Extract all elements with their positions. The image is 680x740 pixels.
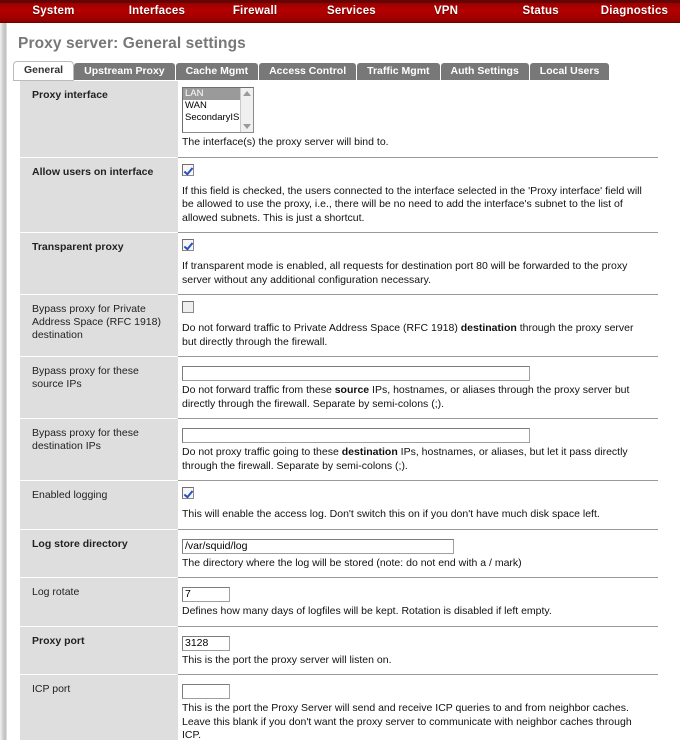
nav-item-interfaces[interactable]: Interfaces <box>107 5 207 17</box>
row-bypass-source: Bypass proxy for these source IPs Do not… <box>20 356 658 419</box>
tab-local-users[interactable]: Local Users <box>529 63 610 80</box>
desc-text-pre: Do not forward traffic to Private Addres… <box>182 322 461 334</box>
tab-general[interactable]: General <box>14 62 74 80</box>
label-bypass-private: Bypass proxy for Private Address Space (… <box>20 294 178 357</box>
label-transparent-proxy: Transparent proxy <box>20 232 178 295</box>
row-bypass-destination: Bypass proxy for these destination IPs D… <box>20 418 658 481</box>
scroll-up-arrow-icon[interactable] <box>243 91 251 96</box>
desc-bypass-destination: Do not proxy traffic going to these dest… <box>182 446 650 473</box>
left-rail-decoration <box>0 23 7 740</box>
nav-item-vpn[interactable]: VPN <box>400 5 493 17</box>
label-icp-port: ICP port <box>20 674 178 740</box>
desc-proxy-interface: The interface(s) the proxy server will b… <box>182 136 389 148</box>
desc-text-pre: Do not forward traffic from these <box>182 384 335 396</box>
desc-log-store-directory: The directory where the log will be stor… <box>182 556 522 569</box>
label-log-store-directory: Log store directory <box>20 528 178 578</box>
nav-item-status[interactable]: Status <box>493 5 589 17</box>
bypass-destination-input[interactable] <box>182 428 530 443</box>
row-proxy-port: Proxy port This is the port the proxy se… <box>20 625 658 675</box>
desc-text-bold: source <box>334 384 370 396</box>
nav-item-firewall[interactable]: Firewall <box>207 5 303 17</box>
desc-allow-users: If this field is checked, the users conn… <box>182 184 642 224</box>
tab-upstream-proxy[interactable]: Upstream Proxy <box>74 63 175 80</box>
log-rotate-input[interactable] <box>182 587 230 602</box>
row-proxy-interface: Proxy interface LAN WAN SecondaryISP The… <box>20 81 658 157</box>
desc-text-bold: destination <box>460 322 517 334</box>
desc-text-bold: destination <box>341 446 398 458</box>
proxy-interface-listbox[interactable]: LAN WAN SecondaryISP <box>182 87 254 133</box>
desc-transparent-proxy: If transparent mode is enabled, all requ… <box>182 260 628 286</box>
listbox-scrollbar[interactable] <box>240 88 253 132</box>
desc-bypass-private: Do not forward traffic to Private Addres… <box>182 322 650 349</box>
tab-cache-mgmt[interactable]: Cache Mgmt <box>175 63 259 80</box>
settings-form: Proxy interface LAN WAN SecondaryISP The… <box>20 80 660 740</box>
tab-auth-settings[interactable]: Auth Settings <box>440 63 529 80</box>
enabled-logging-checkbox[interactable] <box>182 487 194 499</box>
scroll-down-arrow-icon[interactable] <box>243 124 251 129</box>
listbox-option-lan[interactable]: LAN <box>183 88 240 100</box>
label-bypass-source: Bypass proxy for these source IPs <box>20 356 178 419</box>
row-bypass-private: Bypass proxy for Private Address Space (… <box>20 294 658 357</box>
transparent-proxy-checkbox[interactable] <box>182 239 194 251</box>
proxy-port-input[interactable] <box>182 635 230 651</box>
label-allow-users: Allow users on interface <box>20 156 178 233</box>
bypass-private-checkbox[interactable] <box>182 301 194 313</box>
nav-item-diagnostics[interactable]: Diagnostics <box>589 5 680 17</box>
tab-bar: General Upstream Proxy Cache Mgmt Access… <box>14 61 660 80</box>
label-proxy-interface: Proxy interface <box>20 81 178 157</box>
nav-item-services[interactable]: Services <box>303 5 399 17</box>
bypass-source-input[interactable] <box>182 366 530 381</box>
row-enabled-logging: Enabled logging This will enable the acc… <box>20 480 658 529</box>
tab-access-control[interactable]: Access Control <box>259 63 357 80</box>
row-log-rotate: Log rotate Defines how many days of logf… <box>20 577 658 626</box>
listbox-option-secondaryisp[interactable]: SecondaryISP <box>183 112 240 124</box>
label-proxy-port: Proxy port <box>20 625 178 675</box>
label-log-rotate: Log rotate <box>20 577 178 626</box>
desc-proxy-port: This is the port the proxy server will l… <box>182 653 392 666</box>
log-store-directory-input[interactable] <box>182 538 454 554</box>
nav-item-system[interactable]: System <box>0 5 107 17</box>
tab-traffic-mgmt[interactable]: Traffic Mgmt <box>357 63 440 80</box>
page-body: Proxy server: General settings General U… <box>0 23 680 740</box>
allow-users-checkbox[interactable] <box>182 163 194 176</box>
row-transparent-proxy: Transparent proxy If transparent mode is… <box>20 232 658 295</box>
desc-log-rotate: Defines how many days of logfiles will b… <box>182 605 552 617</box>
desc-text-pre: Do not proxy traffic going to these <box>182 446 342 458</box>
page-title: Proxy server: General settings <box>18 35 246 52</box>
desc-icp-port: This is the port the Proxy Server will s… <box>182 702 632 740</box>
listbox-option-wan[interactable]: WAN <box>183 100 240 112</box>
main-navigation-bar: System Interfaces Firewall Services VPN … <box>0 0 680 23</box>
desc-enabled-logging: This will enable the access log. Don't s… <box>182 508 600 520</box>
row-icp-port: ICP port This is the port the Proxy Serv… <box>20 674 658 740</box>
desc-bypass-source: Do not forward traffic from these source… <box>182 384 650 411</box>
icp-port-input[interactable] <box>182 684 230 699</box>
row-allow-users: Allow users on interface If this field i… <box>20 156 658 233</box>
row-log-store-directory: Log store directory The directory where … <box>20 528 658 578</box>
label-bypass-destination: Bypass proxy for these destination IPs <box>20 418 178 481</box>
label-enabled-logging: Enabled logging <box>20 480 178 529</box>
